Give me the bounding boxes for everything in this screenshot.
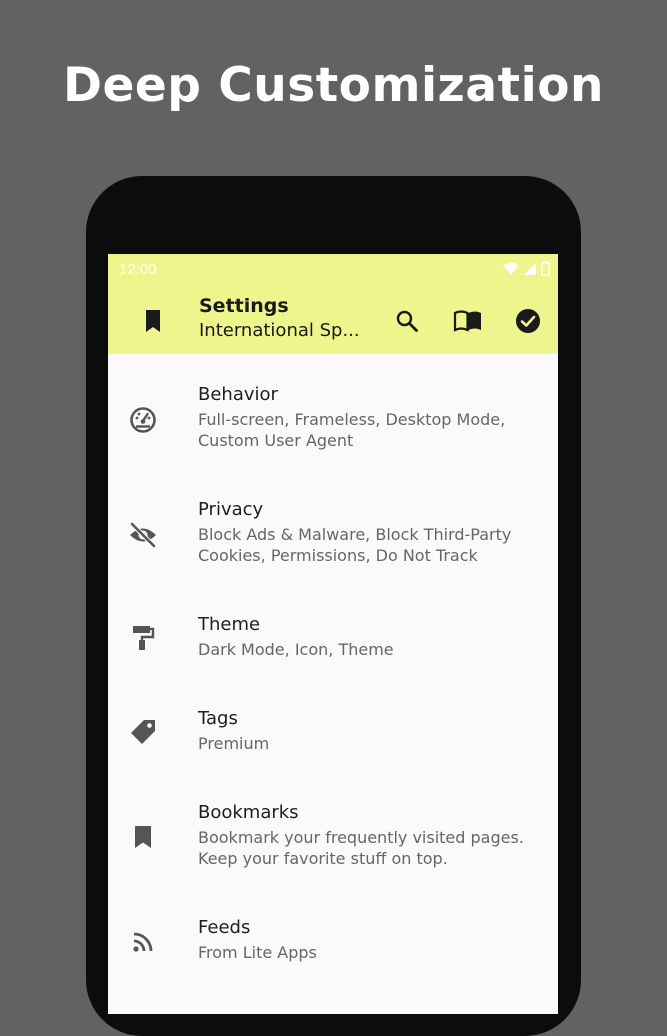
settings-item-tags[interactable]: Tags Premium	[108, 708, 558, 788]
page-subtitle: International Sp...	[199, 320, 360, 341]
settings-item-description: Full-screen, Frameless, Desktop Mode, Cu…	[198, 410, 506, 450]
headline: Deep Customization	[63, 58, 604, 113]
done-button[interactable]	[513, 306, 543, 336]
settings-item-description: Block Ads & Malware, Block Third-Party C…	[198, 525, 512, 565]
bookmark-icon[interactable]	[141, 308, 165, 338]
signal-icon	[524, 262, 536, 275]
rss-icon	[128, 927, 158, 957]
settings-item-label: Feeds	[198, 917, 251, 938]
tag-icon	[128, 717, 158, 747]
book-open-icon	[453, 310, 481, 332]
app-bar-titles: Settings International Sp...	[199, 295, 379, 341]
settings-item-behavior[interactable]: Behavior Full-screen, Frameless, Desktop…	[108, 384, 558, 484]
settings-item-label: Behavior	[198, 384, 278, 405]
settings-item-bookmarks[interactable]: Bookmarks Bookmark your frequently visit…	[108, 802, 558, 902]
battery-icon	[541, 261, 550, 276]
status-icons	[503, 261, 550, 276]
status-time: 12:00	[119, 261, 157, 278]
wifi-icon	[503, 262, 519, 275]
search-button[interactable]	[392, 306, 422, 336]
page-title: Settings	[199, 295, 289, 317]
settings-item-label: Theme	[198, 614, 261, 635]
bookmark-icon	[128, 822, 158, 852]
speedometer-icon	[128, 405, 158, 435]
status-bar: 12:00	[108, 254, 558, 286]
settings-item-description: Bookmark your frequently visited pages. …	[198, 828, 524, 868]
search-icon	[396, 310, 418, 332]
settings-item-theme[interactable]: Theme Dark Mode, Icon, Theme	[108, 614, 558, 694]
reader-button[interactable]	[453, 306, 483, 336]
eye-off-icon	[128, 520, 158, 550]
settings-item-description: Dark Mode, Icon, Theme	[198, 640, 394, 659]
check-circle-icon	[516, 309, 540, 333]
settings-item-label: Bookmarks	[198, 802, 299, 823]
settings-item-feeds[interactable]: Feeds From Lite Apps	[108, 917, 558, 997]
settings-item-description: Premium	[198, 734, 270, 753]
settings-item-label: Privacy	[198, 499, 264, 520]
phone-screen: 12:00 Settings International Sp... Behav…	[108, 254, 558, 1014]
app-bar: Settings International Sp...	[108, 286, 558, 354]
paint-roller-icon	[128, 623, 158, 653]
settings-item-privacy[interactable]: Privacy Block Ads & Malware, Block Third…	[108, 499, 558, 599]
settings-item-label: Tags	[198, 708, 238, 729]
settings-item-description: From Lite Apps	[198, 943, 317, 962]
